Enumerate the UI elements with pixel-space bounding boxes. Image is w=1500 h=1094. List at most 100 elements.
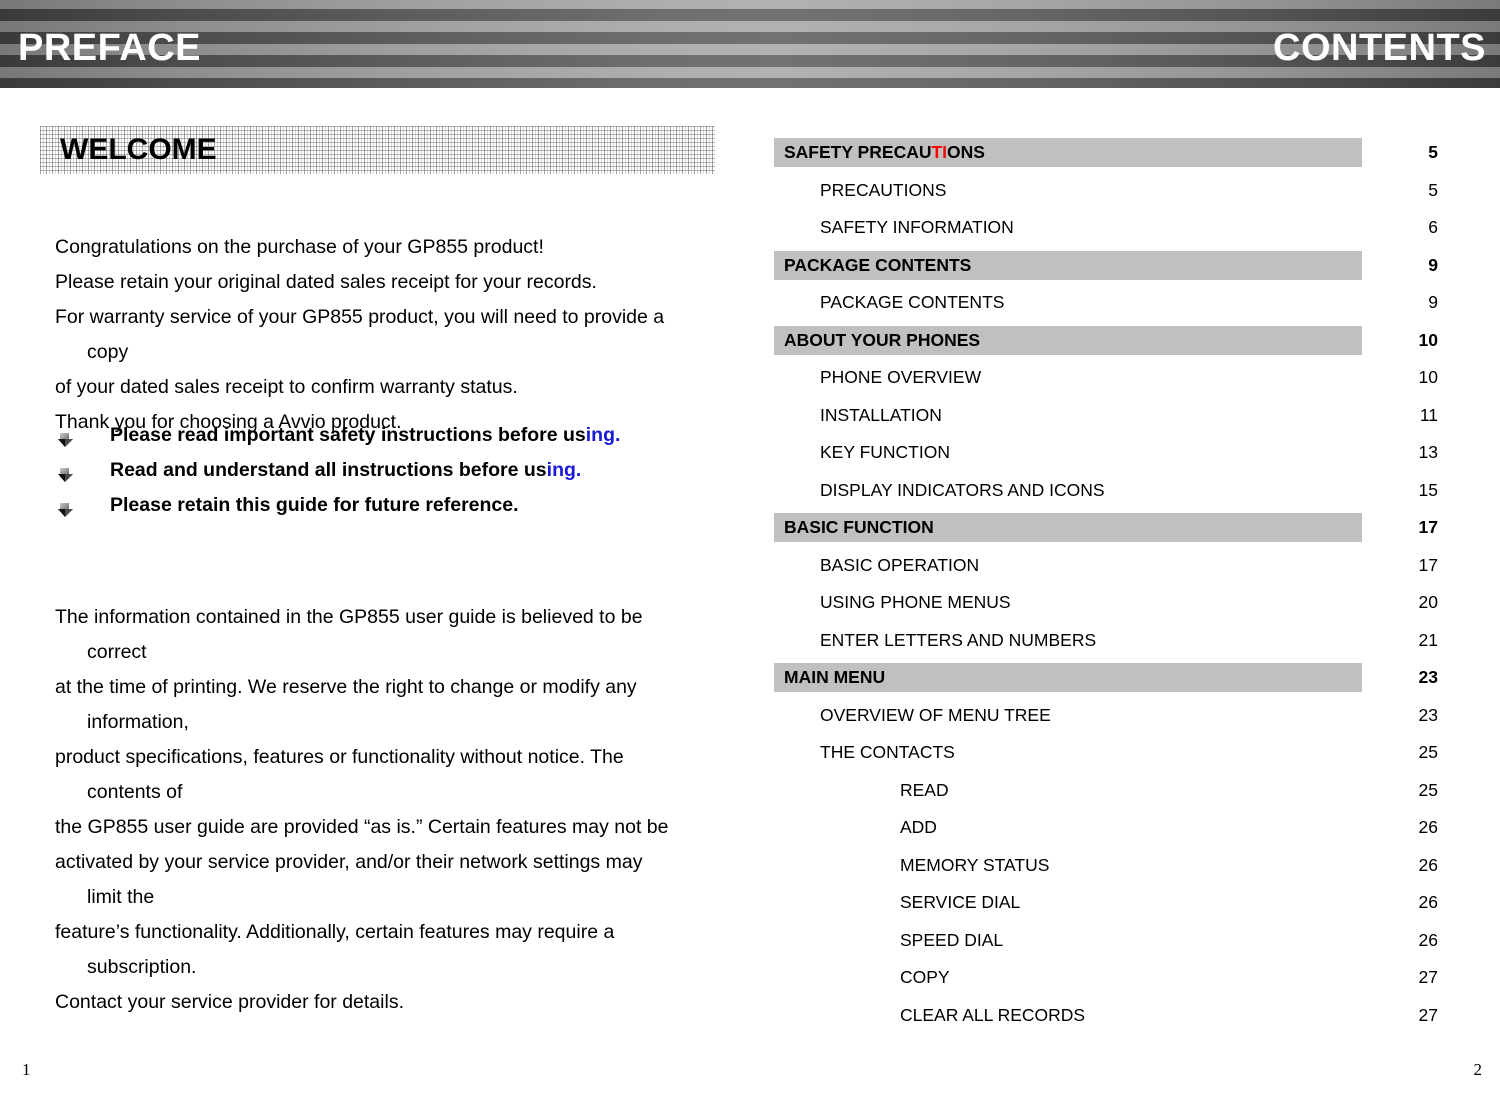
toc-entry-row[interactable]: THE CONTACTS 25 (760, 738, 1490, 776)
toc-entry-label: PACKAGE CONTENTS (820, 292, 1005, 312)
toc-page-number: 9 (1428, 254, 1438, 275)
toc-page-number: 26 (1418, 929, 1438, 950)
legal-notice-line: activated by your service provider, and/… (55, 851, 643, 873)
toc-entry-label: THE CONTACTS (820, 742, 955, 762)
arrow-bullet-icon (57, 462, 74, 482)
toc-entry-label: ABOUT YOUR PHONES (784, 329, 981, 350)
welcome-section-banner: WELCOME (40, 126, 715, 174)
toc-page-number: 10 (1418, 367, 1438, 387)
intro-paragraph-line: Please retain your original dated sales … (55, 271, 597, 293)
page-header-banner: PREFACE CONTENTS (0, 0, 1500, 88)
toc-entry-row[interactable]: BASIC OPERATION 17 (760, 551, 1490, 589)
toc-section-row[interactable]: ABOUT YOUR PHONES 10 (760, 325, 1490, 364)
safety-instruction-label: Read and understand all instructions bef… (110, 453, 715, 488)
toc-page-number: 20 (1418, 592, 1438, 612)
toc-entry-row[interactable]: COPY 27 (760, 963, 1490, 1001)
toc-page-number: 17 (1418, 554, 1438, 575)
toc-page-number: 27 (1418, 967, 1438, 987)
safety-instruction-item: Please read important safety instruction… (55, 418, 715, 453)
toc-entry-label: PRECAUTIONS (820, 179, 947, 200)
toc-page-number: 9 (1428, 292, 1438, 312)
toc-entry-row[interactable]: INSTALLATION 11 (760, 401, 1490, 439)
toc-entry-label: CLEAR ALL RECORDS (900, 1004, 1086, 1025)
toc-entry-row[interactable]: PRECAUTIONS 5 (760, 176, 1490, 214)
toc-entry-label: SPEED DIAL (900, 929, 1004, 950)
safety-instruction-text: Read and understand all instructions bef… (110, 459, 547, 481)
table-of-contents: SAFETY PRECAUTIONS 5 PRECAUTIONS 5 SAFETY IN… (760, 138, 1490, 1038)
toc-page-number: 5 (1428, 142, 1438, 162)
toc-entry-label: SAFETY PRECAUTIONS (784, 138, 985, 167)
toc-page-number: 15 (1418, 479, 1438, 500)
toc-page-number: 21 (1418, 629, 1438, 650)
toc-page-number: 17 (1418, 517, 1438, 537)
toc-entry-label: ENTER LETTERS AND NUMBERS (820, 629, 1097, 650)
toc-label-part: ONS (947, 142, 985, 162)
toc-entry-label: ADD (900, 817, 937, 837)
toc-page-number: 23 (1418, 667, 1438, 687)
toc-section-row[interactable]: SAFETY PRECAUTIONS 5 (760, 138, 1490, 176)
toc-entry-row[interactable]: KEY FUNCTION 13 (760, 438, 1490, 476)
toc-entry-label: USING PHONE MENUS (820, 592, 1011, 612)
left-page: WELCOME Congratulations on the purchase … (0, 88, 750, 1094)
toc-page-number: 11 (1419, 404, 1438, 425)
toc-entry-row[interactable]: SAFETY INFORMATION 6 (760, 213, 1490, 251)
toc-entry-row[interactable]: SPEED DIAL 26 (760, 926, 1490, 964)
legal-notice-line: The information contained in the GP855 u… (55, 606, 643, 628)
toc-section-row[interactable]: PACKAGE CONTENTS 9 (760, 250, 1490, 289)
toc-entry-label: SAFETY INFORMATION (820, 217, 1014, 237)
safety-instruction-text: Please read important safety instruction… (110, 424, 586, 446)
toc-label-accent: TI (931, 142, 948, 162)
toc-entry-row[interactable]: ENTER LETTERS AND NUMBERS 21 (760, 626, 1490, 664)
intro-paragraph: Congratulations on the purchase of your … (55, 230, 715, 440)
intro-paragraph-line: Congratulations on the purchase of your … (55, 236, 544, 258)
header-stripe-7 (0, 78, 1500, 88)
intro-paragraph-line: of your dated sales receipt to confirm w… (55, 376, 518, 398)
toc-page-number: 25 (1418, 779, 1438, 800)
toc-page-number: 26 (1418, 854, 1438, 875)
toc-entry-label: INSTALLATION (820, 404, 942, 425)
toc-page-number: 27 (1418, 1004, 1438, 1025)
toc-section-row[interactable]: BASIC FUNCTION 17 (760, 513, 1490, 551)
toc-page-number: 26 (1418, 817, 1438, 837)
toc-entry-row[interactable]: SERVICE DIAL 26 (760, 888, 1490, 926)
toc-entry-label: BASIC FUNCTION (784, 517, 934, 537)
toc-entry-label: MAIN MENU (784, 667, 886, 687)
toc-entry-label: READ (900, 779, 949, 800)
legal-notice-line: product specifications, features or func… (55, 746, 624, 768)
toc-page-number: 25 (1418, 742, 1438, 762)
legal-notice-line: the GP855 user guide are provided “as is… (55, 816, 669, 838)
toc-entry-label: COPY (900, 967, 950, 987)
toc-entry-row[interactable]: READ 25 (760, 776, 1490, 814)
safety-instruction-label: Please read important safety instruction… (110, 418, 715, 453)
toc-entry-row[interactable]: DISPLAY INDICATORS AND ICONS 15 (760, 476, 1490, 514)
toc-entry-row[interactable]: ADD 26 (760, 813, 1490, 851)
toc-entry-label: BASIC OPERATION (820, 554, 980, 575)
toc-entry-row[interactable]: PACKAGE CONTENTS 9 (760, 288, 1490, 326)
safety-instruction-item: Read and understand all instructions bef… (55, 453, 715, 488)
intro-paragraph-line: copy (87, 341, 129, 363)
toc-entry-row[interactable]: PHONE OVERVIEW 10 (760, 363, 1490, 401)
arrow-bullet-icon (57, 497, 74, 517)
intro-paragraph-line: For warranty service of your GP855 produ… (55, 306, 665, 328)
legal-notice-line: at the time of printing. We reserve the … (55, 676, 637, 698)
toc-label-part: SAFETY PRECAU (784, 142, 932, 162)
toc-entry-row[interactable]: CLEAR ALL RECORDS 27 (760, 1001, 1490, 1039)
right-page: SAFETY PRECAUTIONS 5 PRECAUTIONS 5 SAFETY IN… (750, 88, 1500, 1094)
toc-section-row[interactable]: MAIN MENU 23 (760, 663, 1490, 701)
legal-notice-paragraph: The information contained in the GP855 u… (55, 600, 715, 1020)
toc-page-number: 23 (1418, 704, 1438, 725)
page-header-title-right: CONTENTS (1273, 27, 1486, 69)
page-number-left: 1 (22, 1060, 31, 1079)
toc-page-number: 13 (1418, 442, 1438, 462)
welcome-heading: WELCOME (60, 133, 217, 166)
toc-page-number: 6 (1428, 217, 1438, 237)
toc-entry-row[interactable]: MEMORY STATUS 26 (760, 851, 1490, 889)
legal-notice-line: feature’s functionality. Additionally, c… (55, 921, 615, 943)
page-number-right: 2 (1473, 1060, 1483, 1079)
toc-page-number: 10 (1418, 329, 1438, 350)
legal-notice-line: contents of (87, 781, 183, 803)
toc-entry-label: DISPLAY INDICATORS AND ICONS (820, 479, 1105, 500)
arrow-bullet-icon (57, 427, 74, 447)
toc-entry-row[interactable]: OVERVIEW OF MENU TREE 23 (760, 701, 1490, 739)
toc-entry-row[interactable]: USING PHONE MENUS 20 (760, 588, 1490, 626)
